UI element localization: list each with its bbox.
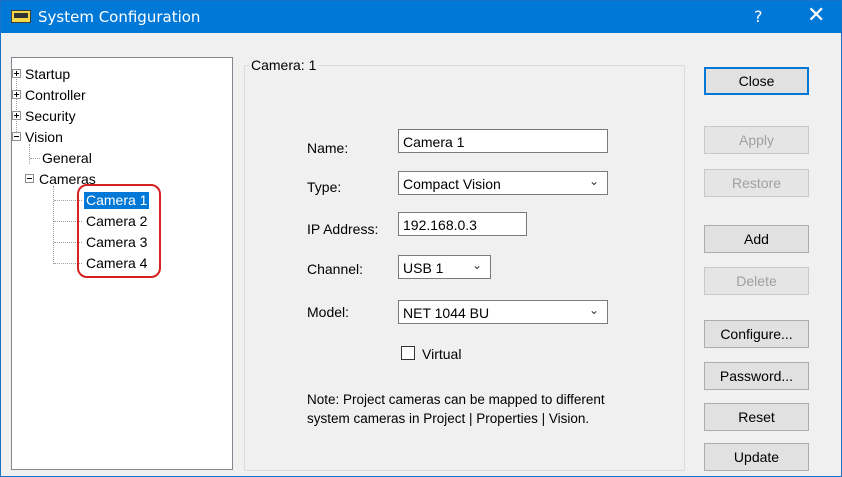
channel-label: Channel: [307, 261, 364, 277]
tree-item-camera-2[interactable]: Camera 2 [86, 213, 147, 230]
type-select[interactable]: Compact Vision ⌄ [398, 171, 608, 195]
app-icon [11, 10, 31, 23]
name-field[interactable]: Camera 1 [398, 129, 608, 153]
model-select[interactable]: NET 1044 BU ⌄ [398, 300, 608, 324]
restore-button[interactable]: Restore [704, 169, 809, 197]
ip-address-label: IP Address: [307, 221, 379, 237]
type-value: Compact Vision [403, 176, 501, 192]
model-value: NET 1044 BU [403, 305, 490, 321]
configure-button[interactable]: Configure... [704, 320, 809, 348]
system-configuration-window: System Configuration ? ✕ Startup Control… [0, 0, 842, 477]
name-label: Name: [307, 140, 349, 156]
chevron-down-icon: ⌄ [588, 303, 599, 317]
tree-line [54, 263, 82, 264]
chevron-down-icon: ⌄ [588, 174, 599, 188]
model-label: Model: [307, 304, 350, 320]
tree-item-camera-3[interactable]: Camera 3 [86, 234, 147, 251]
channel-select[interactable]: USB 1 ⌄ [398, 255, 491, 279]
tree-item-general[interactable]: General [42, 150, 92, 167]
tree-item-controller[interactable]: Controller [25, 87, 86, 104]
title-bar: System Configuration ? ✕ [1, 1, 841, 33]
expand-startup-icon[interactable] [12, 69, 21, 78]
tree-item-camera-4[interactable]: Camera 4 [86, 255, 147, 272]
tree-line [54, 221, 82, 222]
expand-security-icon[interactable] [12, 111, 21, 120]
virtual-checkbox[interactable] [401, 346, 415, 360]
tree-item-cameras[interactable]: Cameras [39, 171, 96, 188]
password-button[interactable]: Password... [704, 362, 809, 390]
close-button[interactable]: Close [704, 67, 809, 95]
close-window-icon[interactable]: ✕ [807, 3, 825, 28]
reset-button[interactable]: Reset [704, 403, 809, 431]
virtual-label[interactable]: Virtual [422, 346, 461, 362]
tree-line [29, 144, 30, 164]
chevron-down-icon: ⌄ [471, 258, 482, 272]
group-title: Camera: 1 [249, 57, 319, 73]
tree-item-security[interactable]: Security [25, 108, 76, 125]
update-button[interactable]: Update [704, 443, 809, 471]
config-tree[interactable]: Startup Controller Security Vision Gener… [11, 57, 233, 470]
tree-line [54, 200, 82, 201]
type-label: Type: [307, 179, 342, 195]
delete-button[interactable]: Delete [704, 267, 809, 295]
tree-item-startup[interactable]: Startup [25, 66, 70, 83]
tree-line [53, 186, 54, 264]
tree-item-camera-1[interactable]: Camera 1 [84, 192, 150, 209]
note-line-1: Note: Project cameras can be mapped to d… [307, 392, 605, 407]
note-text: Note: Project cameras can be mapped to d… [307, 390, 605, 428]
ip-address-field[interactable]: 192.168.0.3 [398, 212, 527, 236]
tree-item-vision[interactable]: Vision [25, 129, 63, 146]
apply-button[interactable]: Apply [704, 126, 809, 154]
collapse-cameras-icon[interactable] [25, 174, 34, 183]
tree-line [54, 242, 82, 243]
expand-controller-icon[interactable] [12, 90, 21, 99]
window-title: System Configuration [38, 8, 201, 26]
collapse-vision-icon[interactable] [12, 132, 21, 141]
tree-line [16, 72, 17, 140]
tree-line [30, 158, 40, 159]
help-button[interactable]: ? [754, 7, 763, 26]
channel-value: USB 1 [403, 260, 444, 276]
note-line-2: system cameras in Project | Properties |… [307, 411, 590, 426]
add-button[interactable]: Add [704, 225, 809, 253]
